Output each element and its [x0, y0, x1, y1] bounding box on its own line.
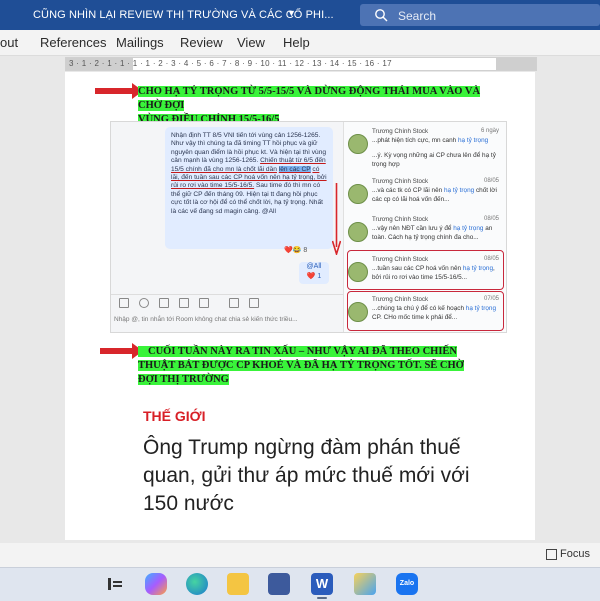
note-2[interactable]: CUỐI TUẦN NÀY RA TIN XẤU – NHƯ VẬY AI ĐÃ… [138, 345, 483, 387]
highlight-box [347, 291, 504, 331]
news-image: THẾ GIỚI Ông Trump ngừng đàm phán thuế q… [138, 398, 473, 528]
ruler-ticks: 3 · 1 · 2 · 1 · 1 · 1 · 1 · 2 · 3 · 4 · … [69, 59, 392, 68]
list-item[interactable]: Trương Chính Stock 08/05 ...vậy nên NĐT … [346, 212, 503, 252]
arrow-down-icon [332, 183, 341, 255]
list-item[interactable]: Trương Chính Stock 08/05 ...và các tk có… [346, 174, 503, 214]
zalo-icon[interactable]: Zalo [396, 573, 418, 595]
avatar [348, 222, 368, 242]
ruler-right-margin [496, 58, 536, 70]
item-author: Trương Chính Stock [372, 178, 429, 185]
format-icon[interactable] [199, 298, 209, 308]
news-kicker: THẾ GIỚI [143, 408, 206, 424]
item-date: 08/05 [483, 216, 499, 222]
composer-toolbar [111, 294, 343, 309]
message-input[interactable]: Nhập @, tin nhắn tới Room không chat chi… [111, 310, 346, 330]
item-message: ...và các tk có CP lãi nên hạ tỷ trọng c… [372, 187, 497, 203]
image-icon[interactable] [119, 298, 129, 308]
edge-icon[interactable] [186, 573, 208, 595]
tab-review[interactable]: Review [180, 35, 223, 50]
reply-chip-text: @All [306, 263, 322, 270]
card-icon[interactable] [179, 298, 189, 308]
item-message: ...phát hiện tích cực, mn canh hạ tỷ trọ… [372, 137, 489, 144]
bubble-text-selected: lên các CP [278, 165, 311, 173]
tab-mailings[interactable]: Mailings [116, 35, 164, 50]
reaction-count[interactable]: ❤️😂 8 [284, 246, 307, 254]
tab-view[interactable]: View [237, 35, 265, 50]
widgets-icon[interactable] [104, 573, 126, 595]
chat-bubble: Nhận định TT 8/5 VNI tiến tới vùng cản 1… [165, 127, 333, 249]
active-indicator [317, 597, 327, 599]
item-author: Trương Chính Stock [372, 216, 429, 223]
title-bar: CŨNG NHÌN LẠI REVIEW THỊ TRƯỜNG VÀ CÁC C… [0, 0, 600, 30]
screenshot-icon[interactable] [159, 298, 169, 308]
search-icon [375, 9, 388, 22]
item-date: 6 ngày [480, 128, 499, 134]
red-arrow-icon [95, 83, 143, 99]
item-author: Trương Chính Stock [372, 128, 429, 135]
ribbon-tabs: out References Mailings Review View Help [0, 30, 600, 56]
tab-references[interactable]: References [40, 35, 106, 50]
quote-icon[interactable] [229, 298, 239, 308]
chat-screenshot: Nhận định TT 8/5 VNI tiến tới vùng cản 1… [110, 121, 507, 333]
highlight-box [347, 250, 504, 290]
note-1-line-1: CHO HẠ TỶ TRỌNG TỪ 5/5-15/5 VÀ DỪNG ĐỘNG… [138, 86, 481, 111]
search-box[interactable]: Search [360, 4, 600, 26]
file-explorer-icon[interactable] [227, 573, 249, 595]
search-results-panel: Trương Chính Stock 6 ngày ...phát hiện t… [343, 122, 506, 332]
note-2-line-2: THUẬT BÁT ĐƯỢC CP KHOẺ VÀ ĐÃ HẠ TỶ TRỌNG… [138, 360, 464, 371]
tab-help[interactable]: Help [283, 35, 310, 50]
copilot-icon[interactable] [145, 573, 167, 595]
avatar [348, 184, 368, 204]
taskbar: W Zalo [0, 567, 600, 601]
item-message: ...vậy nên NĐT cần lưu ý để hạ tỷ trọng … [372, 225, 493, 241]
reply-chip: @All ❤️ 1 [299, 262, 329, 284]
list-item[interactable]: ...ý. Kỳ vọng những ai CP chưa lên để hạ… [346, 150, 503, 174]
focus-icon [546, 549, 557, 560]
red-arrow-icon [100, 343, 143, 359]
horizontal-ruler[interactable]: 3 · 1 · 2 · 1 · 1 · 1 · 1 · 2 · 3 · 4 · … [65, 57, 537, 71]
paint-icon[interactable] [354, 573, 376, 595]
item-date: 08/05 [483, 178, 499, 184]
reply-chip-reaction: ❤️ 1 [306, 273, 322, 280]
search-placeholder: Search [398, 9, 437, 23]
news-headline: Ông Trump ngừng đàm phán thuế quan, gửi … [143, 436, 470, 515]
focus-button[interactable]: Focus [560, 548, 590, 560]
item-message: ...ý. Kỳ vọng những ai CP chưa lên để hạ… [372, 152, 496, 168]
chevron-down-icon[interactable]: ▼ [287, 8, 296, 18]
note-2-line-3: ĐỢI THỊ TRƯỜNG [138, 374, 229, 385]
more-icon[interactable] [249, 298, 259, 308]
status-bar: Focus [0, 543, 600, 567]
tab-layout[interactable]: out [0, 35, 18, 50]
store-icon[interactable] [268, 573, 290, 595]
attach-icon[interactable] [139, 298, 149, 308]
word-icon[interactable]: W [311, 573, 333, 595]
note-2-line-1: CUỐI TUẦN NÀY RA TIN XẤU – NHƯ VẬY AI ĐÃ… [138, 346, 458, 357]
